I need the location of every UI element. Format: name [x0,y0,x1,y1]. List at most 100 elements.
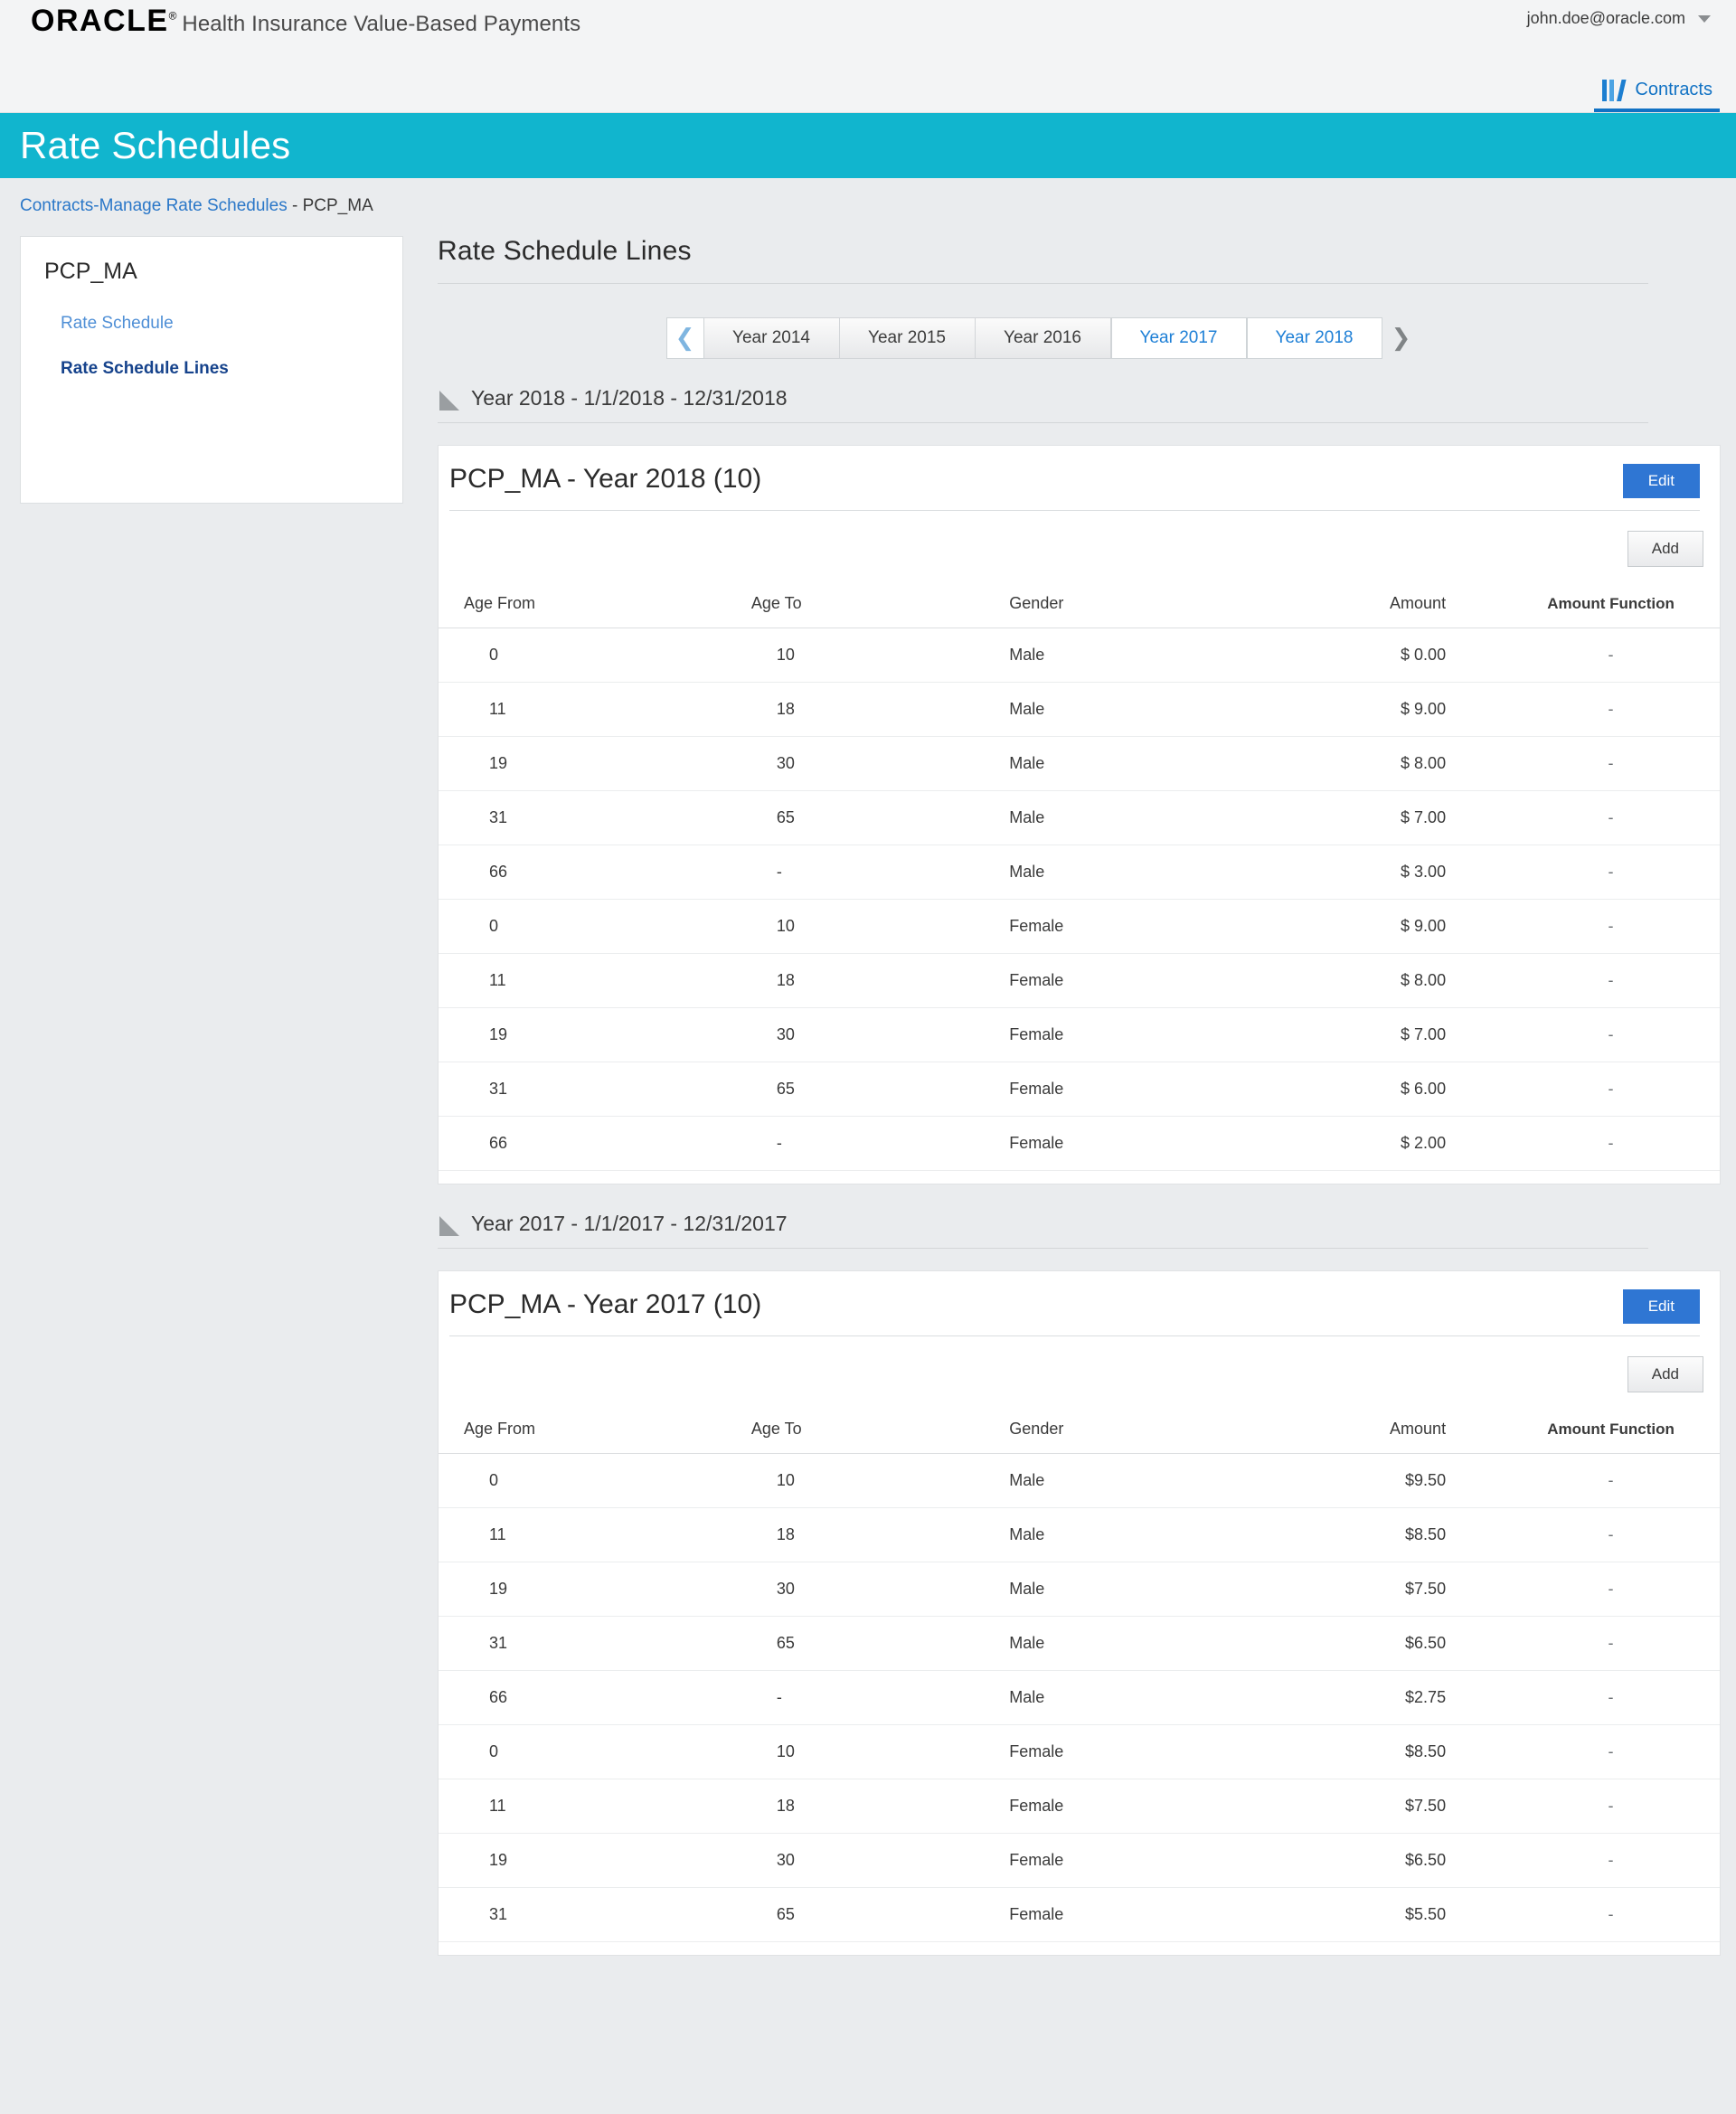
page-title: Rate Schedules [20,124,291,166]
year-tab-year-2015[interactable]: Year 2015 [839,317,976,359]
add-button[interactable]: Add [1627,531,1703,567]
section-rule [438,422,1648,423]
chevron-down-icon[interactable] [1698,14,1711,23]
cell-amount: $ 8.00 [1245,736,1503,791]
cell-age-to: 30 [732,1007,990,1062]
chevron-left-icon[interactable]: ❮ [665,317,704,359]
cell-amount-function: - [1502,1453,1720,1508]
year-tab-year-2017[interactable]: Year 2017 [1110,317,1247,359]
cell-amount-function: - [1502,1887,1720,1942]
cell-age-from: 11 [439,1507,733,1562]
table-row[interactable]: 0 10 Female $8.50- [439,1724,1720,1779]
year-tab-label: Year 2018 [1275,328,1354,347]
table-row[interactable]: 11 18 Female $ 8.00- [439,953,1720,1008]
year-section-header[interactable]: Year 2017 - 1/1/2017 - 12/31/2017 [438,1212,1727,1236]
cell-amount: $ 9.00 [1245,899,1503,954]
year-section-label: Year 2018 - 1/1/2018 - 12/31/2018 [471,386,788,410]
table-header-row: Age From Age To Gender Amount Amount Functio… [439,594,1720,628]
edit-button[interactable]: Edit [1622,464,1700,498]
cell-gender: Male [989,682,1246,737]
year-tab-year-2016[interactable]: Year 2016 [975,317,1111,359]
column-header-amount-function: Amount Function [1502,594,1720,628]
main-heading: Rate Schedule Lines [438,236,692,266]
column-header-amount: Amount [1245,594,1503,628]
sidebar-item-rate-schedule-lines[interactable]: Rate Schedule Lines [44,359,402,379]
cell-age-from: 0 [439,628,733,683]
table-row[interactable]: 31 65 Female $ 6.00- [439,1062,1720,1117]
card-title-count: (10) [712,1289,762,1319]
card-toolbar: Add [439,511,1720,567]
sidebar-item-rate-schedule[interactable]: Rate Schedule [44,314,402,334]
nav-tab-contracts[interactable]: Contracts [1594,72,1720,112]
oracle-logo: ORACLE® [31,5,176,36]
table-row[interactable]: 31 65 Male $6.50- [439,1616,1720,1671]
breadcrumb-link-manage-rate-schedules[interactable]: Contracts-Manage Rate Schedules [20,196,288,215]
table-row[interactable]: 66- Male $ 3.00- [439,845,1720,900]
add-button[interactable]: Add [1627,1356,1703,1392]
table-row[interactable]: 0 10 Male $ 0.00- [439,628,1720,683]
cell-age-from: 11 [439,682,733,737]
table-row[interactable]: 19 30 Male $ 8.00- [439,736,1720,791]
card-title-name: PCP_MA - Year 2017 [449,1289,706,1319]
table-row[interactable]: 11 18 Male $ 9.00- [439,682,1720,737]
cell-age-from: 31 [439,1062,733,1117]
table-row[interactable]: 66- Female $ 2.00- [439,1116,1720,1171]
table-row[interactable]: 66- Male $2.75- [439,1670,1720,1725]
edit-button[interactable]: Edit [1622,1289,1700,1324]
cell-age-from: 19 [439,736,733,791]
card-header: PCP_MA - Year 2018 (10) Edit [439,446,1720,498]
cell-age-from: 0 [439,899,733,954]
brand: ORACLE® Health Insurance Value-Based Pay… [31,5,580,37]
year-tab-label: Year 2017 [1139,328,1218,347]
cell-amount: $7.50 [1245,1779,1503,1834]
year-tab-year-2014[interactable]: Year 2014 [703,317,840,359]
cell-age-to: 65 [732,790,990,845]
app-name: Health Insurance Value-Based Payments [182,12,581,36]
table-row[interactable]: 11 18 Male $8.50- [439,1507,1720,1562]
nav-tab-contracts-label: Contracts [1635,79,1712,99]
cell-amount: $ 0.00 [1245,628,1503,683]
user-menu[interactable]: john.doe@oracle.com [1527,9,1711,28]
cell-amount-function: - [1502,736,1720,791]
table-row[interactable]: 0 10 Male $9.50- [439,1453,1720,1508]
cell-gender: Male [989,1616,1246,1671]
table-row[interactable]: 31 65 Female $5.50- [439,1887,1720,1942]
card-header: PCP_MA - Year 2017 (10) Edit [439,1271,1720,1324]
table-row[interactable]: 19 30 Female $6.50- [439,1833,1720,1888]
year-section-header[interactable]: Year 2018 - 1/1/2018 - 12/31/2018 [438,386,1727,411]
section-rule [438,1248,1648,1249]
cell-age-from: 19 [439,1562,733,1617]
table-row[interactable]: 31 65 Male $ 7.00- [439,790,1720,845]
cell-age-to: 30 [732,1833,990,1888]
collapse-triangle-icon[interactable] [439,1215,459,1236]
cell-age-from: 31 [439,1616,733,1671]
cell-amount-function: - [1502,953,1720,1008]
cell-gender: Female [989,1833,1246,1888]
breadcrumb-separator: - [287,196,303,215]
cell-gender: Male [989,1562,1246,1617]
cell-age-from: 11 [439,1779,733,1834]
cell-age-to: 30 [732,736,990,791]
year-tab-year-2018[interactable]: Year 2018 [1246,317,1382,359]
table-row[interactable]: 11 18 Female $7.50- [439,1779,1720,1834]
cell-age-to: 65 [732,1616,990,1671]
cell-age-to: 65 [732,1887,990,1942]
registered-mark: ® [168,9,177,23]
table-row[interactable]: 0 10 Female $ 9.00- [439,899,1720,954]
cell-amount-function: - [1502,1062,1720,1117]
cell-amount: $ 7.00 [1245,790,1503,845]
cell-age-from: 31 [439,790,733,845]
table-row[interactable]: 19 30 Female $ 7.00- [439,1007,1720,1062]
table-row[interactable]: 19 30 Male $7.50- [439,1562,1720,1617]
cell-age-to: 65 [732,1062,990,1117]
cell-age-from: 0 [439,1453,733,1508]
cell-gender: Female [989,953,1246,1008]
cell-gender: Female [989,1887,1246,1942]
card-title-count: (10) [712,464,762,494]
chevron-right-icon[interactable]: ❯ [1382,317,1420,359]
year-section: Year 2017 - 1/1/2017 - 12/31/2017 PCP_MA … [438,1212,1727,1956]
cell-age-from: 0 [439,1724,733,1779]
collapse-triangle-icon[interactable] [439,390,459,411]
rate-schedule-lines-table: Age From Age To Gender Amount Amount Functio… [439,1420,1720,1942]
cell-amount-function: - [1502,1670,1720,1725]
